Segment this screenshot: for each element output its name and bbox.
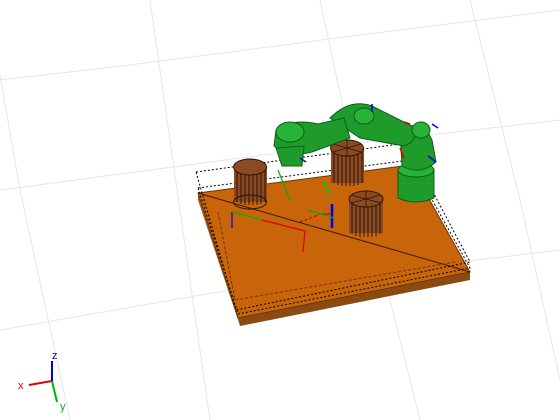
triad-y-label: y xyxy=(60,401,66,413)
cylinder-middle[interactable] xyxy=(330,139,365,186)
cylinder-left[interactable] xyxy=(233,158,268,210)
triad-z-label: z xyxy=(52,350,58,362)
robot-wrist xyxy=(275,145,305,167)
triad-x-axis xyxy=(28,380,53,386)
axes-triad: x y z xyxy=(18,350,66,413)
triad-x-label: x xyxy=(18,380,24,392)
cylinder-front[interactable] xyxy=(348,190,384,237)
3d-viewport[interactable]: x y z xyxy=(0,0,560,420)
triad-y-axis xyxy=(51,380,58,403)
